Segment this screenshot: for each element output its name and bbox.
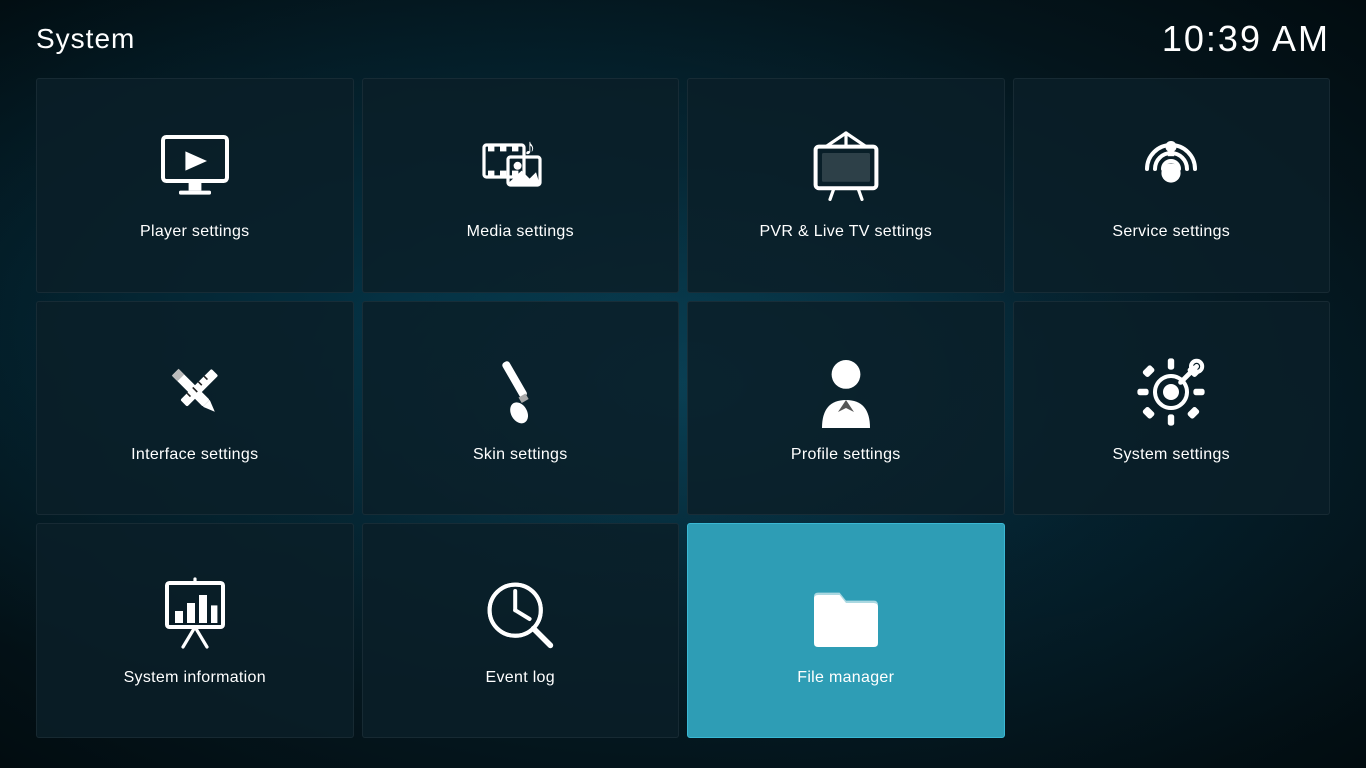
tile-system-settings[interactable]: System settings: [1013, 301, 1331, 516]
tile-media-settings[interactable]: ♪ Media settings: [362, 78, 680, 293]
tile-file-manager[interactable]: File manager: [687, 523, 1005, 738]
event-log-label: Event log: [486, 669, 555, 687]
media-settings-label: Media settings: [467, 223, 574, 241]
player-settings-label: Player settings: [140, 223, 249, 241]
file-manager-label: File manager: [797, 669, 894, 687]
pvr-icon: [806, 129, 886, 209]
tile-event-log[interactable]: Event log: [362, 523, 680, 738]
service-icon: [1131, 129, 1211, 209]
app-title: System: [36, 23, 135, 55]
tile-service-settings[interactable]: Service settings: [1013, 78, 1331, 293]
skin-icon: [480, 352, 560, 432]
system-settings-label: System settings: [1113, 446, 1230, 464]
tile-player-settings[interactable]: Player settings: [36, 78, 354, 293]
svg-text:♪: ♪: [524, 135, 535, 160]
eventlog-icon: [480, 575, 560, 655]
filemanager-icon: [806, 575, 886, 655]
system-information-label: System information: [124, 669, 266, 687]
tile-pvr-settings[interactable]: PVR & Live TV settings: [687, 78, 1005, 293]
tile-profile-settings[interactable]: Profile settings: [687, 301, 1005, 516]
clock: 10:39 AM: [1162, 18, 1330, 60]
sysinfo-icon: [155, 575, 235, 655]
profile-settings-label: Profile settings: [791, 446, 901, 464]
pvr-settings-label: PVR & Live TV settings: [759, 223, 932, 241]
skin-settings-label: Skin settings: [473, 446, 568, 464]
interface-settings-label: Interface settings: [131, 446, 258, 464]
player-icon: [155, 129, 235, 209]
tile-interface-settings[interactable]: Interface settings: [36, 301, 354, 516]
tile-system-information[interactable]: System information: [36, 523, 354, 738]
interface-icon: [155, 352, 235, 432]
settings-grid: Player settings ♪ Media settings: [0, 70, 1366, 758]
service-settings-label: Service settings: [1112, 223, 1230, 241]
media-icon: ♪: [480, 129, 560, 209]
profile-icon: [806, 352, 886, 432]
system-icon: [1131, 352, 1211, 432]
tile-skin-settings[interactable]: Skin settings: [362, 301, 680, 516]
